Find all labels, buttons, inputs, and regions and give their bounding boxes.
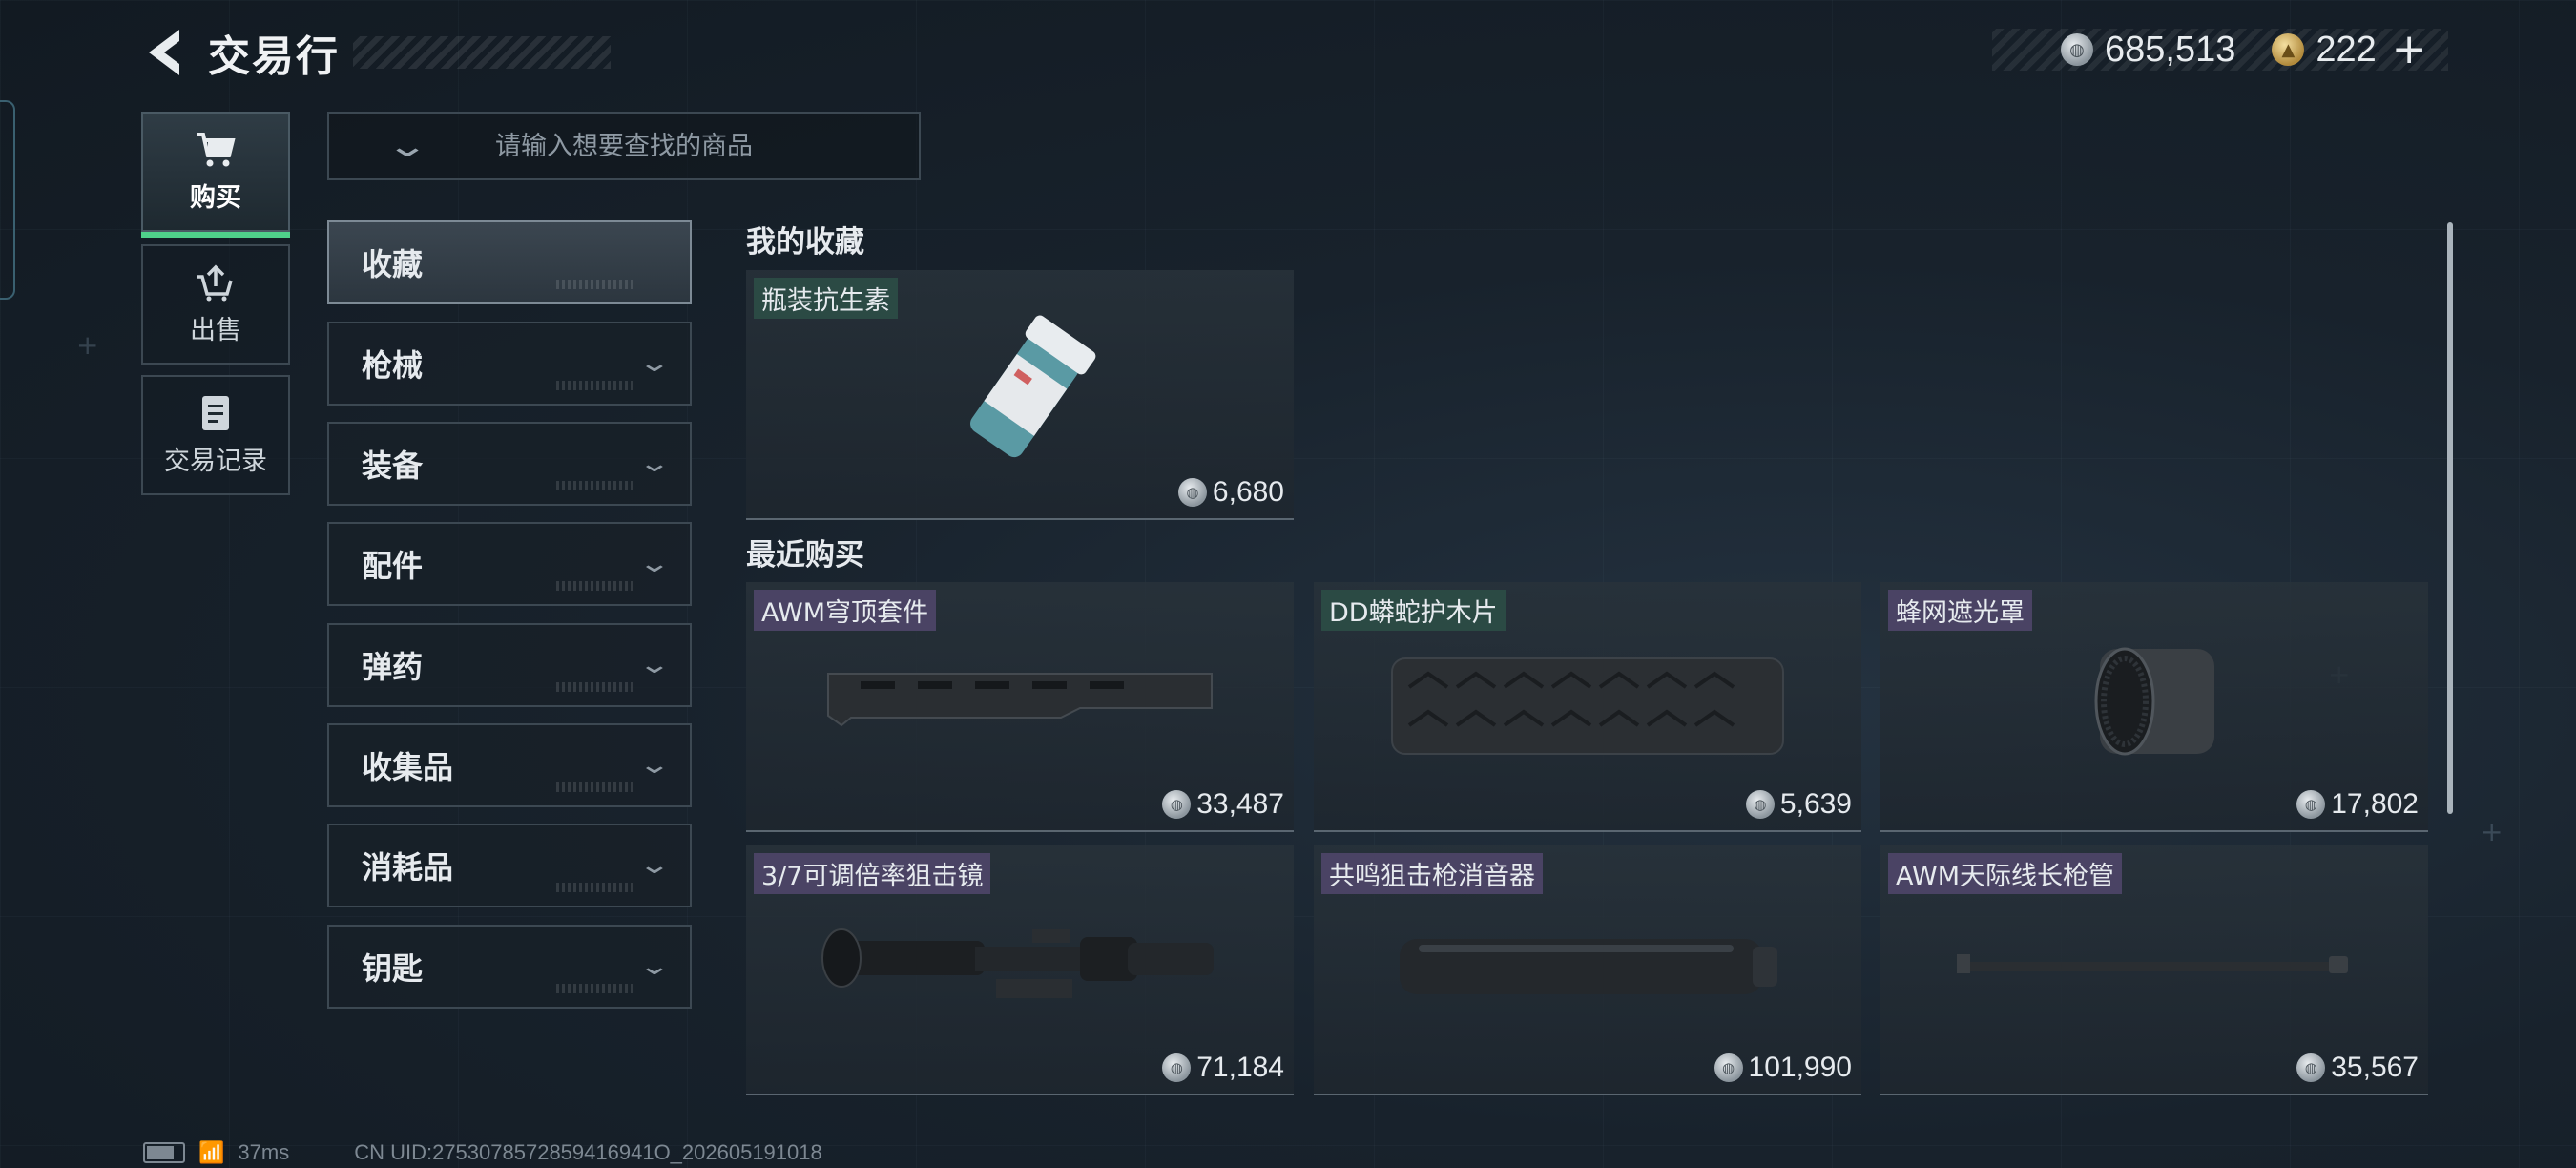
category-deco [556, 381, 633, 390]
item-price: ◍ 101,990 [1714, 1052, 1852, 1084]
item-price: ◍ 17,802 [2296, 788, 2419, 821]
category-deco [556, 883, 633, 892]
category-label: 收集品 [362, 749, 454, 785]
currency-bar: ◍ 685,513 ▲ 222 + [1992, 29, 2448, 71]
silver-coin-icon: ◍ [1177, 478, 1207, 507]
chevron-down-icon[interactable]: ⌄ [362, 127, 453, 165]
item-name: AWM天际线长枪管 [1888, 853, 2122, 894]
item-price: ◍ 71,184 [1162, 1052, 1284, 1084]
section-title-favorites: 我的收藏 [746, 225, 864, 260]
price-value: 5,639 [1779, 788, 1852, 820]
item-price: ◍ 35,567 [2296, 1052, 2419, 1084]
item-card[interactable]: AWM天际线长枪管 ◍ 35,567 [1880, 845, 2428, 1095]
price-value: 17,802 [2331, 788, 2419, 820]
item-name: 蜂网遮光罩 [1888, 590, 2032, 631]
category-favorites[interactable]: 收藏 [327, 220, 692, 304]
category-label: 消耗品 [362, 849, 454, 886]
wifi-icon: 📶 [198, 1140, 225, 1164]
chevron-down-icon: ⌄ [637, 550, 672, 578]
item-name: DD蟒蛇护木片 [1321, 590, 1506, 631]
nav-trade-records[interactable]: 交易记录 [141, 375, 290, 495]
gold-amount: 222 [2316, 29, 2377, 70]
item-card[interactable]: 共鸣狙击枪消音器 ◍ 101,990 [1314, 845, 1861, 1095]
item-price: ◍ 6,680 [1177, 476, 1284, 509]
item-name: 共鸣狙击枪消音器 [1321, 853, 1543, 894]
item-card[interactable]: AWM穹顶套件 ◍ 33,487 [746, 582, 1294, 832]
silver-coin-icon: ◍ [1162, 1053, 1192, 1082]
silver-coin-icon: ◍ [2296, 790, 2326, 819]
category-keys[interactable]: 钥匙 ⌄ [327, 925, 692, 1009]
cart-icon [197, 132, 236, 166]
item-card[interactable]: DD蟒蛇护木片 ◍ 5,639 [1314, 582, 1861, 832]
silver-coin-icon: ◍ [2296, 1053, 2326, 1082]
category-deco [556, 481, 633, 490]
page-title: 交易行 [208, 32, 340, 81]
category-deco [556, 581, 633, 591]
item-name: 瓶装抗生素 [754, 278, 898, 319]
category-label: 收藏 [362, 246, 424, 282]
chevron-down-icon: ⌄ [637, 651, 672, 679]
category-label: 弹药 [362, 649, 424, 685]
sell-icon [197, 264, 233, 301]
nav-buy[interactable]: 购买 [141, 112, 290, 238]
price-value: 71,184 [1196, 1052, 1284, 1083]
item-name: AWM穹顶套件 [754, 590, 936, 631]
category-collectibles[interactable]: 收集品 ⌄ [327, 723, 692, 807]
category-label: 装备 [362, 448, 424, 484]
silver-coin-icon: ◍ [1162, 790, 1192, 819]
list-scrollbar[interactable] [2447, 222, 2453, 814]
silver-coin-icon: ◍ [2061, 33, 2093, 66]
deco-plus: + [2481, 816, 2503, 847]
category-deco [556, 984, 633, 993]
category-deco [556, 682, 633, 692]
nav-label-sell: 出售 [190, 315, 241, 345]
section-title-recent: 最近购买 [746, 538, 864, 573]
category-guns[interactable]: 枪械 ⌄ [327, 322, 692, 406]
silver-amount: 685,513 [2105, 29, 2236, 70]
add-currency-button[interactable]: + [2392, 29, 2427, 71]
silver-coin-icon: ◍ [1745, 790, 1775, 819]
price-value: 101,990 [1748, 1052, 1852, 1083]
back-arrow-icon[interactable] [143, 24, 191, 81]
category-deco [556, 782, 633, 792]
price-value: 35,567 [2331, 1052, 2419, 1083]
item-card[interactable]: 蜂网遮光罩 ◍ 17,802 [1880, 582, 2428, 832]
silver-coin-icon: ◍ [1714, 1053, 1743, 1082]
category-label: 配件 [362, 548, 424, 584]
deco-plus: + [76, 329, 99, 361]
status-footer: 📶 37ms CN UID:2753078572859416941O_20260… [143, 1138, 822, 1167]
chevron-down-icon: ⌄ [637, 349, 672, 378]
chevron-down-icon: ⌄ [637, 851, 672, 880]
item-name: 3/7可调倍率狙击镜 [754, 853, 991, 894]
side-edge-tab[interactable] [0, 100, 15, 300]
uid-text: CN UID:2753078572859416941O_202605191018 [354, 1140, 822, 1164]
chevron-down-icon: ⌄ [637, 952, 672, 981]
header: 交易行 [143, 21, 340, 84]
chevron-down-icon: ⌄ [637, 449, 672, 478]
price-value: 6,680 [1212, 476, 1284, 508]
chevron-down-icon: ⌄ [637, 751, 672, 780]
nav-sell[interactable]: 出售 [141, 244, 290, 365]
category-consumables[interactable]: 消耗品 ⌄ [327, 824, 692, 907]
nav-label-buy: 购买 [190, 182, 241, 213]
gold-coin-icon: ▲ [2272, 33, 2305, 66]
nav-label-records: 交易记录 [164, 446, 267, 476]
search-box[interactable]: ⌄ [327, 112, 921, 180]
record-icon [202, 395, 229, 430]
category-ammo[interactable]: 弹药 ⌄ [327, 623, 692, 707]
category-label: 枪械 [362, 347, 424, 384]
item-card[interactable]: 3/7可调倍率狙击镜 ◍ 71,184 [746, 845, 1294, 1095]
category-deco [556, 280, 633, 289]
category-attachments[interactable]: 配件 ⌄ [327, 522, 692, 606]
item-price: ◍ 5,639 [1745, 788, 1852, 821]
item-card[interactable]: 瓶装抗生素 ◍ 6,680 [746, 270, 1294, 520]
battery-icon [143, 1142, 185, 1163]
search-input[interactable] [493, 130, 898, 162]
ping-value: 37ms [238, 1140, 290, 1164]
category-equipment[interactable]: 装备 ⌄ [327, 422, 692, 506]
item-price: ◍ 33,487 [1162, 788, 1284, 821]
price-value: 33,487 [1196, 788, 1284, 820]
title-stripes [353, 36, 611, 69]
category-label: 钥匙 [362, 950, 424, 987]
